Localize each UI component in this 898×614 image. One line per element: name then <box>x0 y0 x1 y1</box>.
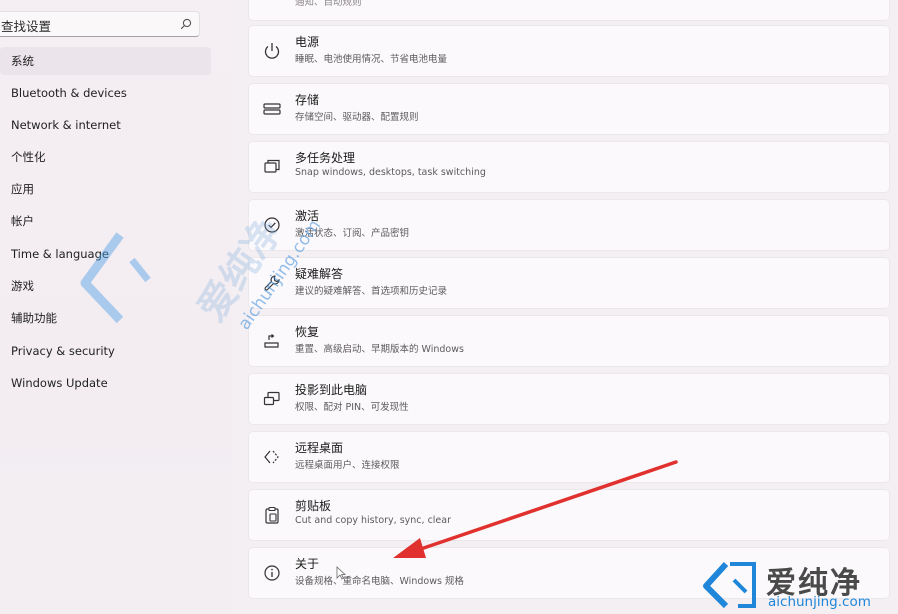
power-icon <box>264 43 280 59</box>
card-title: 恢复 <box>295 325 320 339</box>
card-description: Cut and copy history, sync, clear <box>295 515 452 526</box>
settings-card-activation[interactable]: 激活 激活状态、订阅、产品密钥 <box>249 200 889 250</box>
search-icon[interactable] <box>179 17 193 31</box>
sidebar-item-label: Bluetooth & devices <box>11 86 127 100</box>
sidebar-item-label: Network & internet <box>11 118 121 132</box>
project-icon <box>263 391 280 406</box>
sidebar-item-system[interactable]: 系统 <box>0 47 211 75</box>
sidebar-item-apps[interactable]: 应用 <box>0 175 211 203</box>
sidebar-item-gaming[interactable]: 游戏 <box>0 272 211 300</box>
settings-card-project[interactable]: 投影到此电脑 权限、配对 PIN、可发现性 <box>249 374 889 424</box>
card-title: 投影到此电脑 <box>295 383 368 397</box>
card-title: 多任务处理 <box>295 151 356 165</box>
card-description: 远程桌面用户、连接权限 <box>295 460 400 471</box>
card-description: 重置、高级启动、早期版本的 Windows <box>295 344 464 355</box>
sidebar-item-accessibility[interactable]: 辅助功能 <box>0 304 211 332</box>
search-box[interactable]: 查找设置 <box>0 11 200 37</box>
settings-card-troubleshoot[interactable]: 疑难解答 建议的疑难解答、首选项和历史记录 <box>249 258 889 308</box>
sidebar-item-label: 辅助功能 <box>11 311 57 325</box>
troubleshoot-icon <box>264 275 280 291</box>
sidebar-item-label: 游戏 <box>11 279 34 293</box>
sidebar-item-label: 系统 <box>11 54 34 68</box>
settings-card-recovery[interactable]: 恢复 重置、高级启动、早期版本的 Windows <box>249 316 889 366</box>
main-content: 通知、自动规则 电源 睡眠、电池使用情况、节省电池电量 存储 存储空间、驱动器、… <box>232 0 898 614</box>
card-description: 睡眠、电池使用情况、节省电池电量 <box>295 54 448 65</box>
sidebar-item-windows-update[interactable]: Windows Update <box>0 369 211 397</box>
recovery-icon <box>264 334 279 348</box>
sidebar-item-label: 个性化 <box>11 150 46 164</box>
settings-card-multitasking[interactable]: 多任务处理 Snap windows, desktops, task switc… <box>249 142 889 192</box>
sidebar-item-privacy[interactable]: Privacy & security <box>0 337 211 365</box>
brand-url: aichunjing.com <box>768 594 871 610</box>
settings-card-storage[interactable]: 存储 存储空间、驱动器、配置规则 <box>249 84 889 134</box>
sidebar-item-label: 帐户 <box>11 214 34 228</box>
settings-card-power[interactable]: 电源 睡眠、电池使用情况、节省电池电量 <box>249 26 889 76</box>
sidebar-item-label: Time & language <box>11 247 109 261</box>
sidebar-item-personalization[interactable]: 个性化 <box>0 143 211 171</box>
card-description: Snap windows, desktops, task switching <box>295 167 486 178</box>
settings-card-partial[interactable]: 通知、自动规则 <box>249 0 889 20</box>
card-description: 通知、自动规则 <box>295 0 362 8</box>
card-description: 建议的疑难解答、首选项和历史记录 <box>295 286 448 297</box>
info-icon <box>264 565 280 581</box>
mouse-cursor-icon <box>336 566 346 580</box>
sidebar-item-label: 应用 <box>11 182 34 196</box>
card-title: 剪贴板 <box>295 499 332 513</box>
clipboard-icon <box>265 506 279 524</box>
sidebar-item-bluetooth[interactable]: Bluetooth & devices <box>0 79 211 107</box>
sidebar-item-label: Privacy & security <box>11 344 115 358</box>
settings-card-clipboard[interactable]: 剪贴板 Cut and copy history, sync, clear <box>249 490 889 540</box>
card-title: 电源 <box>295 35 320 49</box>
search-input[interactable]: 查找设置 <box>1 16 51 35</box>
sidebar-item-network[interactable]: Network & internet <box>0 111 211 139</box>
card-description: 激活状态、订阅、产品密钥 <box>295 228 410 239</box>
brand-logo-icon <box>703 561 756 609</box>
card-title: 关于 <box>295 557 320 571</box>
card-description: 设备规格、重命名电脑、Windows 规格 <box>295 576 464 587</box>
storage-icon <box>263 103 281 115</box>
sidebar-item-accounts[interactable]: 帐户 <box>0 207 211 235</box>
card-title: 远程桌面 <box>295 441 344 455</box>
brand-logo: 爱纯净 aichunjing.com <box>698 556 898 614</box>
sidebar-item-time-language[interactable]: Time & language <box>0 240 211 268</box>
multitasking-icon <box>264 159 280 173</box>
sidebar: 查找设置 系统 Bluetooth & devices Network & in… <box>0 0 232 614</box>
settings-card-remote-desktop[interactable]: 远程桌面 远程桌面用户、连接权限 <box>249 432 889 482</box>
card-description: 权限、配对 PIN、可发现性 <box>295 402 409 413</box>
card-description: 存储空间、驱动器、配置规则 <box>295 112 419 123</box>
card-title: 激活 <box>295 209 320 223</box>
remote-desktop-icon <box>264 450 279 464</box>
card-title: 存储 <box>295 93 320 107</box>
activation-icon <box>264 217 280 233</box>
sidebar-item-label: Windows Update <box>11 376 108 390</box>
card-title: 疑难解答 <box>295 267 344 281</box>
